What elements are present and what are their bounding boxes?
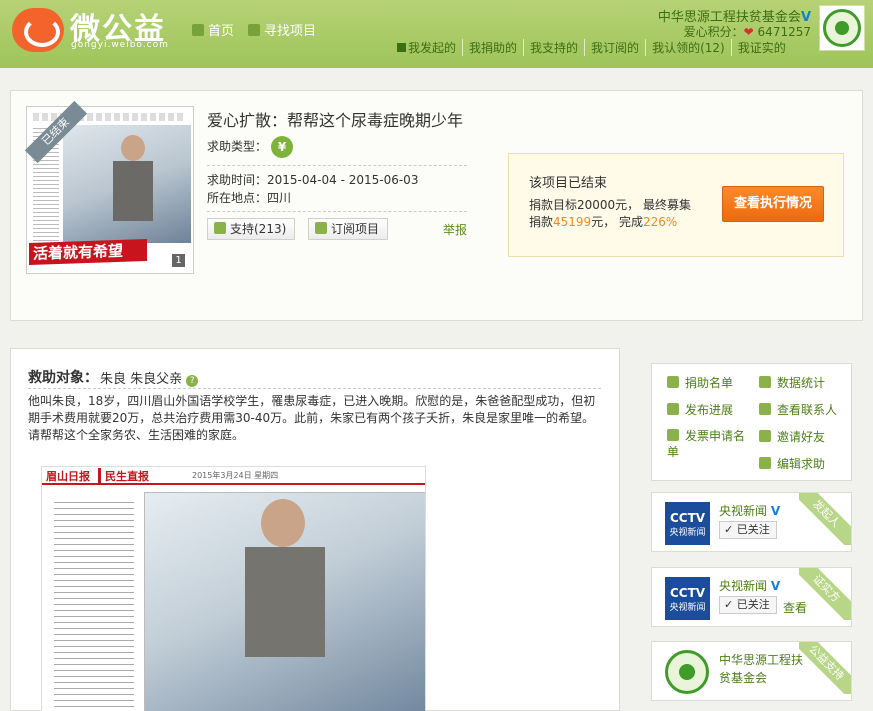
newspaper-image[interactable]: 眉山日报 民生直报 2015年3月24日 星期四 [41,466,426,711]
love-points: 爱心积分：❤ 6471257 [683,25,811,39]
subnav-supported[interactable]: 我支持的 [523,39,584,56]
initiator-card: CCTV 央视新闻 央视新闻 V ✓ 已关注 发起人 [651,492,852,552]
help-type: 求助类型： ¥ [207,136,294,158]
user-icon [667,376,679,388]
user-avatar[interactable] [819,5,865,51]
rss-icon [315,222,327,234]
edit-icon [759,457,771,469]
followed-button[interactable]: ✓ 已关注 [719,521,777,539]
nav-find-projects[interactable]: 寻找项目 [248,20,316,39]
help-location: 所在地点：四川 [207,191,292,205]
divider [207,165,467,166]
newspaper-photo [144,492,425,711]
link-edit-help[interactable]: 编辑求助 [759,455,825,472]
play-icon [397,43,406,52]
subnav-donated[interactable]: 我捐助的 [462,39,523,56]
subnav-initiated[interactable]: 我发起的 [391,39,462,56]
initiator-corner-tag: 发起人 [799,493,851,545]
cctv-logo-icon[interactable]: CCTV 央视新闻 [665,502,710,545]
foundation-emblem-icon [823,9,861,47]
support-button[interactable]: 支持(213) [207,218,296,240]
site-logo-subtext: gongyi.weibo.com [71,40,169,50]
rescue-names: 朱良 朱良父亲 ? [100,368,199,387]
verifier-name[interactable]: 央视新闻 V [719,577,780,594]
subscribe-button[interactable]: 订阅项目 [308,218,389,240]
supporter-card: 中华思源工程扶贫基金会 公益支持 [651,641,852,701]
help-date: 求助时间：2015-04-04 - 2015-06-03 [207,173,419,187]
project-thumbnail[interactable]: 已结束 活着就有希望 1 [24,100,194,274]
verified-v-icon: V [770,504,781,518]
verifier-corner-tag: 证实方 [799,568,851,620]
goal-text: 捐款目标20000元， 最终募集 [529,198,691,212]
link-data-stats[interactable]: 数据统计 [759,374,825,391]
user-subnav: 我发起的 我捐助的 我支持的 我订阅的 我认领的(12) 我证实的 [391,39,792,56]
invoice-icon [667,429,679,441]
report-link[interactable]: 举报 [443,221,467,238]
link-invoice-list[interactable]: 发票申请名单 [667,428,753,460]
supporter-corner-tag: 公益支持 [799,642,851,694]
project-title: 爱心扩散：帮帮这个尿毒症晚期少年 [207,111,464,130]
help-question-icon[interactable]: ? [186,375,199,387]
stats-icon [759,376,771,388]
top-header: 微公益 gongyi.weibo.com 首页 寻找项目 中华思源工程扶贫基金会… [0,0,873,68]
thumb-banner: 活着就有希望 [29,238,147,266]
project-status-box: 该项目已结束 捐款目标20000元， 最终募集 捐款45199元， 完成226%… [508,153,844,257]
divider [28,388,601,389]
view-execution-button[interactable]: 查看执行情况 [722,186,824,222]
subnav-claimed[interactable]: 我认领的(12) [645,39,731,56]
subnav-verified[interactable]: 我证实的 [730,39,792,56]
list-icon [248,24,260,36]
initiator-name[interactable]: 央视新闻 V [719,502,780,519]
link-invite-friends[interactable]: 邀请好友 [759,428,825,445]
project-summary-panel: 已结束 活着就有希望 1 爱心扩散：帮帮这个尿毒症晚期少年 求助类型： ¥ 求助时… [10,90,863,321]
contact-icon [759,403,771,415]
image-icon [667,403,679,415]
verified-v-icon: V [770,579,781,593]
link-donor-list[interactable]: 捐助名单 [667,374,733,391]
newspaper-section: 民生直报 [98,468,149,484]
subnav-subscribed[interactable]: 我订阅的 [584,39,645,56]
thumb-photo [63,125,191,243]
link-publish-progress[interactable]: 发布进展 [667,401,733,418]
nav-home[interactable]: 首页 [192,20,234,39]
yuan-icon: ¥ [271,136,294,158]
cctv-logo-icon[interactable]: CCTV 央视新闻 [665,577,710,620]
foundation-emblem-icon[interactable] [665,650,709,694]
newspaper-date: 2015年3月24日 星期四 [192,471,279,480]
sidebar: 捐助名单 数据统计 发布进展 查看联系人 发票申请名单 邀请好友 编辑求助 CC… [641,348,864,711]
newspaper-logo: 眉山日报 [46,470,90,483]
followed-button[interactable]: ✓ 已关注 [719,596,777,614]
admin-links-box: 捐助名单 数据统计 发布进展 查看联系人 发票申请名单 邀请好友 编辑求助 [651,363,852,481]
thumbs-up-icon [214,222,226,234]
verifier-card: CCTV 央视新闻 央视新闻 V ✓ 已关注 查看 证实方 [651,567,852,627]
thumb-page-number: 1 [172,254,185,267]
newspaper-header: 眉山日报 民生直报 2015年3月24日 星期四 [42,467,425,485]
heart-icon: ❤ [743,25,754,39]
raised-text: 捐款45199元， 完成226% [529,215,678,229]
supporter-name[interactable]: 中华思源工程扶贫基金会 [719,651,809,687]
invite-icon [759,430,771,442]
rescue-description: 他叫朱良，18岁，四川眉山外国语学校学生，罹患尿毒症，已进入晚期。欣慰的是，朱爸… [28,394,596,442]
link-view-contacts[interactable]: 查看联系人 [759,401,837,418]
home-icon [192,24,204,36]
weibo-logo-icon[interactable] [12,8,64,52]
newspaper-text-column [54,497,134,707]
rescue-heading: 救助对象： [28,370,98,386]
rescue-details-panel: 救助对象： 朱良 朱良父亲 ? 他叫朱良，18岁，四川眉山外国语学校学生，罹患尿… [10,348,620,711]
status-title: 该项目已结束 [529,176,608,191]
divider [207,211,467,212]
